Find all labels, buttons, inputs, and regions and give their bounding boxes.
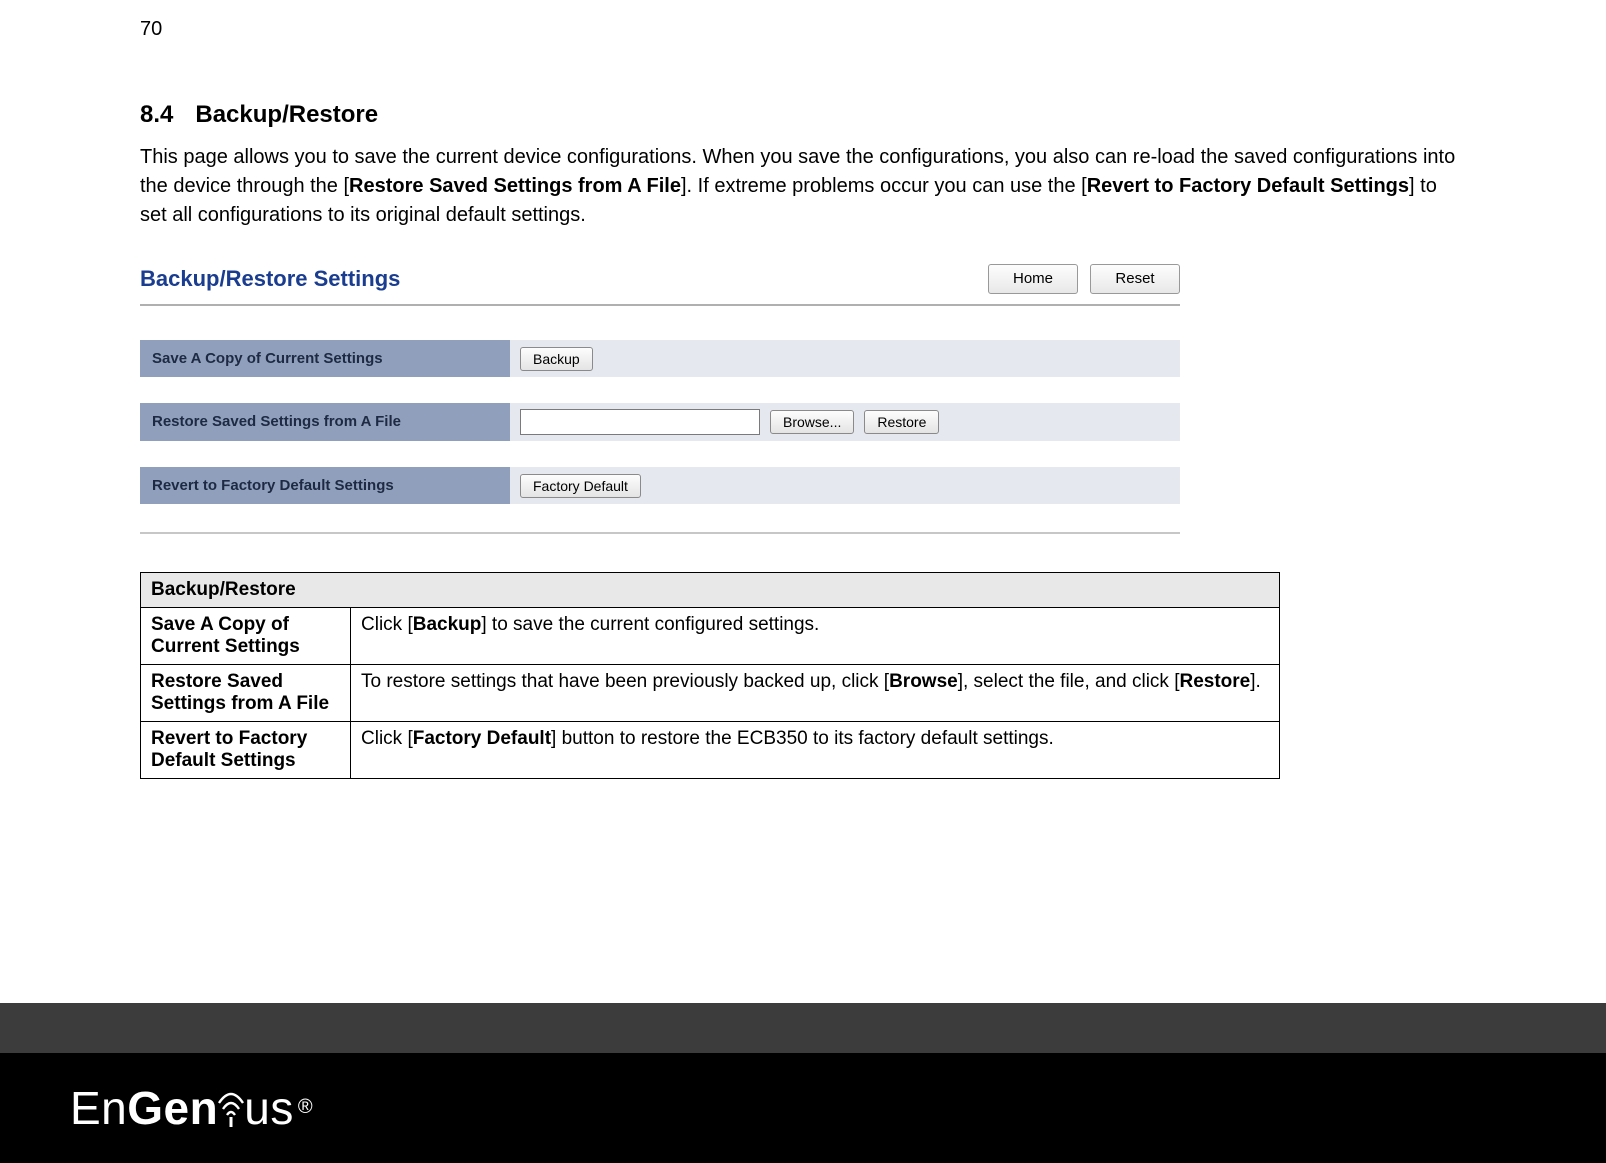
browse-button[interactable]: Browse... [770, 410, 854, 434]
intro-text: ]. If extreme problems occur you can use… [681, 175, 1087, 197]
text: Click [ [361, 614, 413, 635]
section-title: Backup/Restore [195, 101, 378, 128]
bold-browse: Browse [889, 671, 958, 692]
section-number: 8.4 [140, 101, 173, 128]
brand-text: Gen [127, 1081, 218, 1135]
brand-text: us [244, 1081, 294, 1135]
text: ], select the file, and click [ [958, 671, 1180, 692]
text: Click [ [361, 728, 413, 749]
row-label: Save A Copy of Current Settings [140, 340, 510, 377]
row-label: Restore Saved Settings from A File [140, 403, 510, 441]
row-factory-default: Revert to Factory Default Settings Facto… [140, 467, 1180, 504]
table-label: Revert to Factory Default Settings [141, 722, 351, 779]
brand-text: En [70, 1081, 127, 1135]
row-restore-file: Restore Saved Settings from A File Brows… [140, 403, 1180, 441]
backup-button[interactable]: Backup [520, 347, 593, 371]
table-value: Click [Backup] to save the current confi… [351, 608, 1280, 665]
table-value: To restore settings that have been previ… [351, 665, 1280, 722]
table-label: Restore Saved Settings from A File [141, 665, 351, 722]
intro-bold-revert: Revert to Factory Default Settings [1087, 175, 1409, 197]
table-row: Restore Saved Settings from A File To re… [141, 665, 1280, 722]
brand-logo: EnGenus® [70, 1081, 313, 1135]
table-value: Click [Factory Default] button to restor… [351, 722, 1280, 779]
section-heading: 8.4 Backup/Restore [140, 101, 1466, 129]
restore-button[interactable]: Restore [864, 410, 939, 434]
text: To restore settings that have been previ… [361, 671, 889, 692]
table-header: Backup/Restore [141, 573, 1280, 608]
page-number: 70 [140, 18, 1466, 41]
table-label: Save A Copy of Current Settings [141, 608, 351, 665]
intro-bold-restore: Restore Saved Settings from A File [349, 175, 681, 197]
table-row: Revert to Factory Default Settings Click… [141, 722, 1280, 779]
factory-default-button[interactable]: Factory Default [520, 474, 641, 498]
bold-factory-default: Factory Default [413, 728, 551, 749]
table-row: Save A Copy of Current Settings Click [B… [141, 608, 1280, 665]
reset-button[interactable]: Reset [1090, 264, 1180, 294]
wifi-icon [216, 1083, 246, 1129]
text: ] to save the current configured setting… [481, 614, 819, 635]
description-table: Backup/Restore Save A Copy of Current Se… [140, 572, 1280, 779]
restore-file-input[interactable] [520, 409, 760, 435]
panel-title: Backup/Restore Settings [140, 266, 400, 292]
screenshot-panel: Backup/Restore Settings Home Reset Save … [140, 260, 1180, 534]
row-label: Revert to Factory Default Settings [140, 467, 510, 504]
intro-paragraph: This page allows you to save the current… [140, 143, 1466, 230]
footer: EnGenus® [0, 1003, 1606, 1163]
registered-mark: ® [298, 1096, 313, 1119]
bold-backup: Backup [413, 614, 482, 635]
text: ] button to restore the ECB350 to its fa… [551, 728, 1054, 749]
bold-restore: Restore [1179, 671, 1250, 692]
row-save-copy: Save A Copy of Current Settings Backup [140, 340, 1180, 377]
home-button[interactable]: Home [988, 264, 1078, 294]
text: ]. [1250, 671, 1261, 692]
